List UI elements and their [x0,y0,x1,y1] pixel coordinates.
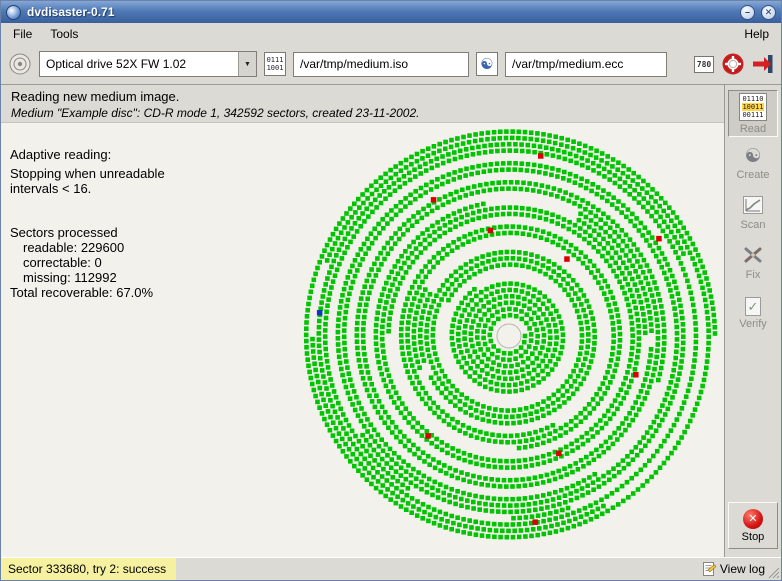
fix-button[interactable]: Fix [728,240,778,287]
total-recoverable: Total recoverable: 67.0% [10,285,154,300]
operation-header: Reading new medium image. Medium "Exampl… [1,85,724,123]
exit-arrow-icon [753,55,773,73]
view-log-label: View log [719,562,765,576]
sectors-missing: missing: 112992 [23,270,117,285]
scan-button[interactable]: Scan [728,190,778,237]
app-icon [6,4,21,20]
preferences-icon: 780 [694,55,714,73]
close-button[interactable]: ✕ [761,4,776,20]
drive-icon[interactable] [8,52,32,76]
create-button[interactable]: ☯ Create [728,140,778,187]
main-row: Reading new medium image. Medium "Exampl… [1,85,781,557]
preferences-button[interactable]: 780 [694,55,714,73]
image-file-icon-bits-2: 1001 [266,64,284,72]
scan-button-label: Scan [740,219,766,231]
create-icon: ☯ [744,145,762,167]
drive-selector[interactable]: Optical drive 52X FW 1.02 ▼ [39,51,257,77]
adaptive-reading-title: Adaptive reading: [10,147,112,162]
ecc-file-icon-glyph: ☯ [480,55,494,73]
stop-button-label: Stop [741,530,765,543]
status-message: Sector 333680, try 2: success [1,558,177,580]
image-file-icon-bits-1: 0111 [266,56,284,64]
app-window: dvdisaster-0.71 – ✕ File Tools Help Opti… [0,0,782,581]
read-icon-row-2: 10011 [742,102,764,111]
stopping-line-2: intervals < 16. [10,181,92,196]
quit-button[interactable] [752,54,774,74]
preferences-icon-digits: 780 [696,59,712,69]
image-file-input[interactable] [293,51,469,77]
read-icon-row-3: 00111 [742,110,764,119]
menubar: File Tools Help [1,23,781,44]
adaptive-info-block: Adaptive reading: Stopping when unreadab… [10,147,165,196]
operation-title: Reading new medium image. [11,89,180,104]
read-button[interactable]: 01110 10011 00111 Read [728,90,778,137]
help-button[interactable] [722,53,744,75]
create-button-label: Create [736,168,770,181]
drive-selector-value: Optical drive 52X FW 1.02 [46,57,187,71]
verify-check-glyph: ✓ [747,298,759,314]
stopping-line-1: Stopping when unreadable [10,166,165,181]
fix-button-label: Fix [745,269,761,281]
statusbar: Sector 333680, try 2: success View log [1,557,781,580]
menu-help[interactable]: Help [735,25,778,43]
image-file-icon: 0111 1001 [264,52,286,76]
ecc-file-icon: ☯ [476,52,498,76]
verify-button-label: Verify [739,318,767,330]
menu-file[interactable]: File [4,25,41,43]
stop-button[interactable]: ✕ Stop [728,502,778,549]
status-spacer [176,558,703,580]
lifebelt-icon [722,53,744,75]
reading-canvas: Adaptive reading: Stopping when unreadab… [1,123,724,557]
sectors-correctable: correctable: 0 [23,255,102,270]
read-button-label: Read [739,122,767,135]
log-page-icon [702,562,716,576]
minimize-button[interactable]: – [740,4,755,20]
verify-button[interactable]: ✓ Verify [728,290,778,337]
content-column: Reading new medium image. Medium "Exampl… [1,85,724,557]
chevron-down-icon[interactable]: ▼ [238,52,256,76]
resize-grip[interactable] [767,566,780,579]
stop-icon: ✕ [743,508,763,529]
fix-tools-icon [743,246,763,267]
titlebar: dvdisaster-0.71 – ✕ [1,1,781,23]
ecc-file-input[interactable] [505,51,667,77]
toolbar-right-group: 780 [694,53,774,75]
sectors-readable: readable: 229600 [23,240,125,255]
menu-tools[interactable]: Tools [41,25,87,43]
toolbar: Optical drive 52X FW 1.02 ▼ 0111 1001 ☯ … [1,44,781,85]
window-title: dvdisaster-0.71 [27,5,115,19]
verify-check-icon: ✓ [745,297,761,316]
read-icon-row-1: 01110 [742,94,764,103]
medium-description: Medium "Example disc": CD-R mode 1, 3425… [11,106,420,120]
scan-chart-icon [743,196,763,217]
action-sidebar: 01110 10011 00111 Read ☯ Create Scan Fix… [724,85,781,557]
read-icon: 01110 10011 00111 [739,92,767,121]
sectors-processed-title: Sectors processed [10,225,118,240]
sectors-info-block: Sectors processed readable: 229600 corre… [10,225,153,300]
